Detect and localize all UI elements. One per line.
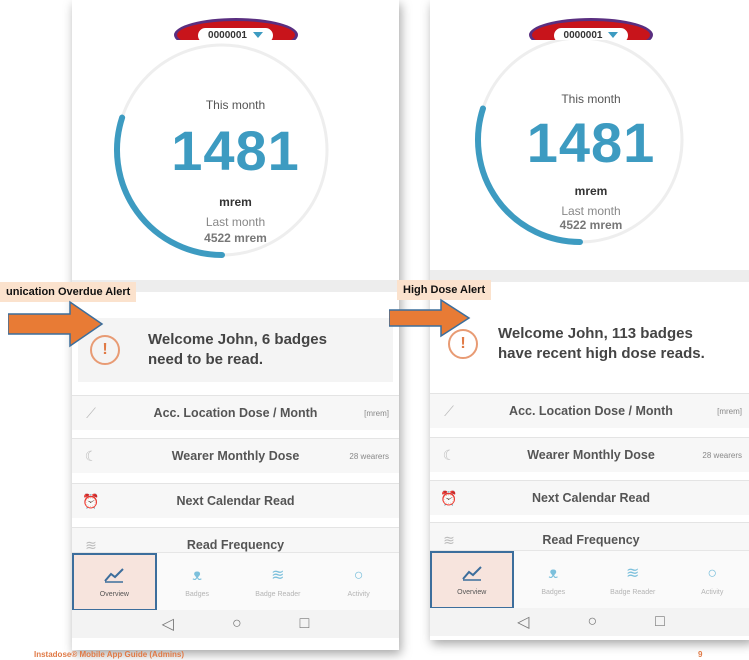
bottom-nav: Overview ᴥ Badges ≋ Badge Reader ○ Activ…: [72, 552, 399, 611]
speech-icon: ○: [353, 566, 364, 584]
speech-icon: ○: [707, 564, 718, 582]
row-wearer-monthly-dose[interactable]: ☾ Wearer Monthly Dose 28 wearers: [72, 438, 399, 473]
chart-line-icon: [461, 565, 482, 583]
row-acc-location-dose[interactable]: ⟋ Acc. Location Dose / Month [mrem]: [72, 395, 399, 430]
last-month-value: 4522 mrem: [204, 231, 267, 245]
device-id-label: 0000001: [563, 29, 603, 41]
nav-label: Overview: [457, 588, 487, 596]
nav-overview[interactable]: Overview: [430, 551, 514, 609]
row-next-calendar-read[interactable]: ⏰ Next Calendar Read: [430, 480, 749, 515]
android-system-bar: ◁ ○ □: [72, 610, 399, 638]
row-meta: 28 wearers: [349, 451, 389, 461]
row-acc-location-dose[interactable]: ⟋ Acc. Location Dose / Month [mrem]: [430, 393, 749, 428]
row-meta: [mrem]: [717, 406, 742, 416]
badges-icon: ᴥ: [192, 566, 202, 584]
recents-icon[interactable]: □: [300, 615, 310, 633]
nav-badges[interactable]: ᴥ Badges: [157, 553, 238, 611]
nav-label: Badges: [185, 590, 209, 598]
last-month-value: 4522 mrem: [559, 218, 623, 232]
last-month-label: Last month: [561, 204, 621, 218]
nav-label: Activity: [347, 590, 370, 598]
nav-label: Badges: [541, 588, 566, 596]
row-meta: 28 wearers: [702, 450, 742, 460]
row-label: Next Calendar Read: [531, 491, 651, 505]
back-icon[interactable]: ◁: [162, 614, 174, 634]
device-id-label: 0000001: [208, 29, 247, 41]
dose-unit: mrem: [219, 195, 252, 209]
nav-activity[interactable]: ○ Activity: [318, 553, 399, 611]
wifi-icon: ≋: [271, 566, 285, 584]
android-system-bar: ◁ ○ □: [430, 608, 749, 636]
recents-icon[interactable]: □: [655, 613, 665, 631]
callout-arrow-icon: [389, 298, 471, 338]
alert-card[interactable]: ! Welcome John, 6 badges need to be read…: [78, 318, 393, 382]
nav-label: Activity: [701, 588, 724, 596]
this-month-label: This month: [561, 92, 621, 106]
dose-unit: mrem: [574, 184, 608, 198]
alert-line-2: have recent high dose reads.: [498, 345, 705, 362]
row-label: Read Frequency: [186, 538, 285, 552]
row-label: Acc. Location Dose / Month: [153, 406, 318, 420]
dose-gauge: This month 1481 mrem Last month 4522 mre…: [72, 40, 399, 290]
dose-value: 1481: [171, 119, 300, 182]
nav-badge-reader[interactable]: ≋ Badge Reader: [593, 551, 673, 609]
this-month-label: This month: [205, 98, 266, 112]
guide-title: Instadose® Mobile App Guide (Admins): [34, 650, 185, 659]
callout-arrow-icon: [8, 300, 104, 348]
dose-value: 1481: [526, 111, 656, 174]
alert-line-2: need to be read.: [148, 351, 264, 368]
row-wearer-monthly-dose[interactable]: ☾ Wearer Monthly Dose 28 wearers: [430, 437, 749, 472]
alert-line-1: Welcome John, 6 badges: [148, 331, 327, 348]
nav-badge-reader[interactable]: ≋ Badge Reader: [238, 553, 319, 611]
row-meta: [mrem]: [364, 408, 389, 418]
callout-label-high-dose: High Dose Alert: [397, 280, 492, 300]
nav-label: Badge Reader: [255, 590, 301, 598]
last-month-label: Last month: [205, 215, 266, 229]
row-label: Acc. Location Dose / Month: [509, 404, 673, 418]
row-next-calendar-read[interactable]: ⏰ Next Calendar Read: [72, 483, 399, 518]
phone-screen-overdue: 0000001 This month 1481 mrem Last month …: [72, 0, 399, 650]
chevron-down-icon: [252, 32, 263, 38]
row-label: Read Frequency: [542, 533, 640, 547]
wifi-icon: ≋: [626, 564, 640, 582]
nav-overview[interactable]: Overview: [72, 553, 157, 611]
alert-card[interactable]: ! Welcome John, 113 badges have recent h…: [436, 312, 746, 376]
badges-icon: ᴥ: [548, 564, 559, 582]
nav-activity[interactable]: ○ Activity: [673, 551, 749, 609]
chevron-down-icon: [608, 32, 619, 38]
chart-line-icon: [104, 567, 125, 585]
phone-screen-high-dose: 0000001 This month 1481 mrem Last month …: [430, 0, 749, 640]
row-label: Next Calendar Read: [176, 494, 295, 508]
home-icon[interactable]: ○: [232, 615, 242, 633]
page-number: 9: [698, 650, 703, 659]
dose-gauge: This month 1481 mrem Last month 4522 mre…: [430, 40, 749, 290]
row-label: Wearer Monthly Dose: [527, 448, 655, 462]
back-icon[interactable]: ◁: [517, 612, 529, 632]
bottom-nav: Overview ᴥ Badges ≋ Badge Reader ○ Activ…: [430, 550, 749, 609]
alert-message: Welcome John, 6 badges need to be read.: [148, 330, 327, 370]
nav-label: Badge Reader: [610, 588, 656, 596]
home-icon[interactable]: ○: [587, 613, 597, 631]
alert-line-1: Welcome John, 113 badges: [498, 325, 693, 342]
alert-message: Welcome John, 113 badges have recent hig…: [498, 324, 705, 364]
callout-label-overdue: unication Overdue Alert: [0, 282, 137, 302]
nav-badges[interactable]: ᴥ Badges: [514, 551, 594, 609]
nav-label: Overview: [99, 590, 129, 598]
